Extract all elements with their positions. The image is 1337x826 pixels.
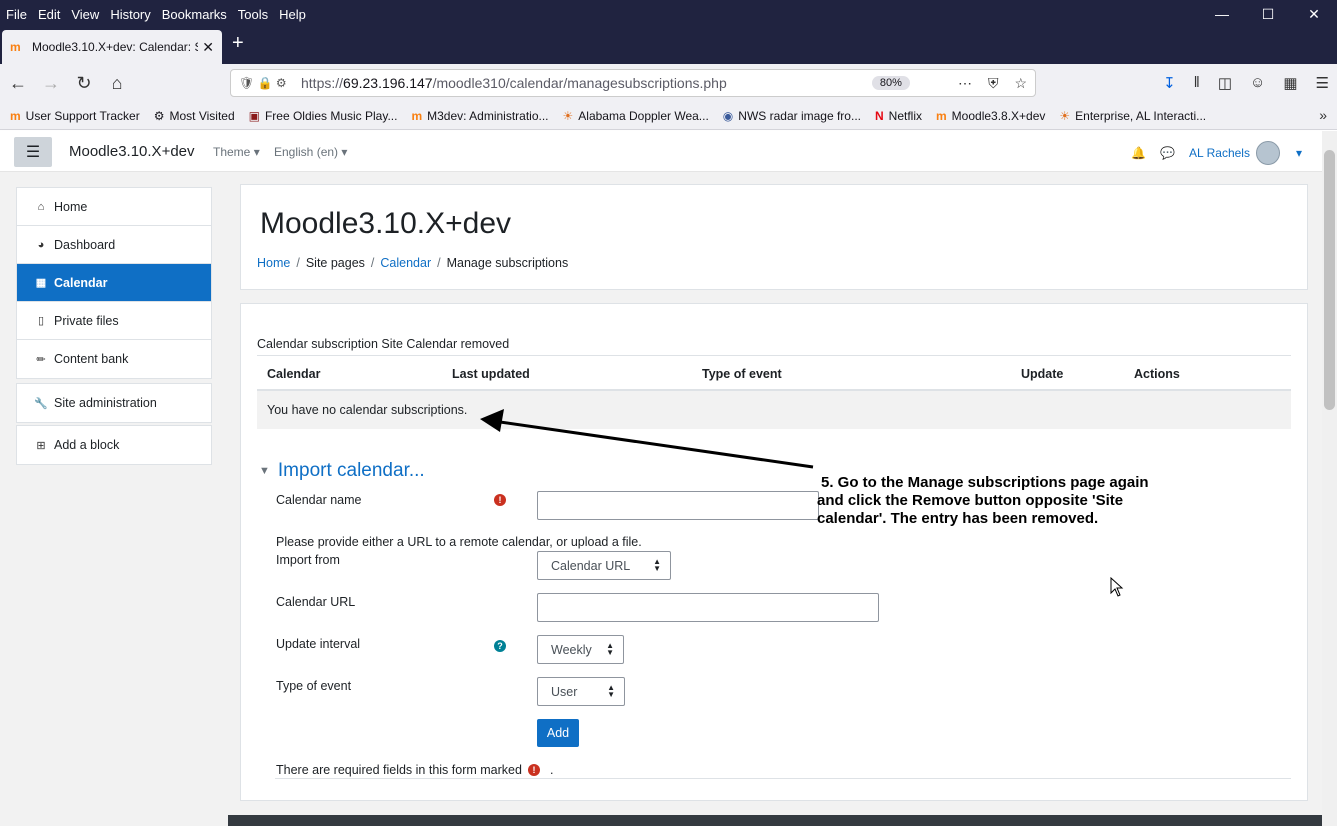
page-footer [228,815,1322,826]
mouse-cursor-icon [1110,577,1124,597]
scrollbar-thumb[interactable] [1324,150,1335,410]
annotation-text: 5. Go to the Manage subscriptions page a… [817,474,1149,527]
annotation-arrow [480,409,814,469]
